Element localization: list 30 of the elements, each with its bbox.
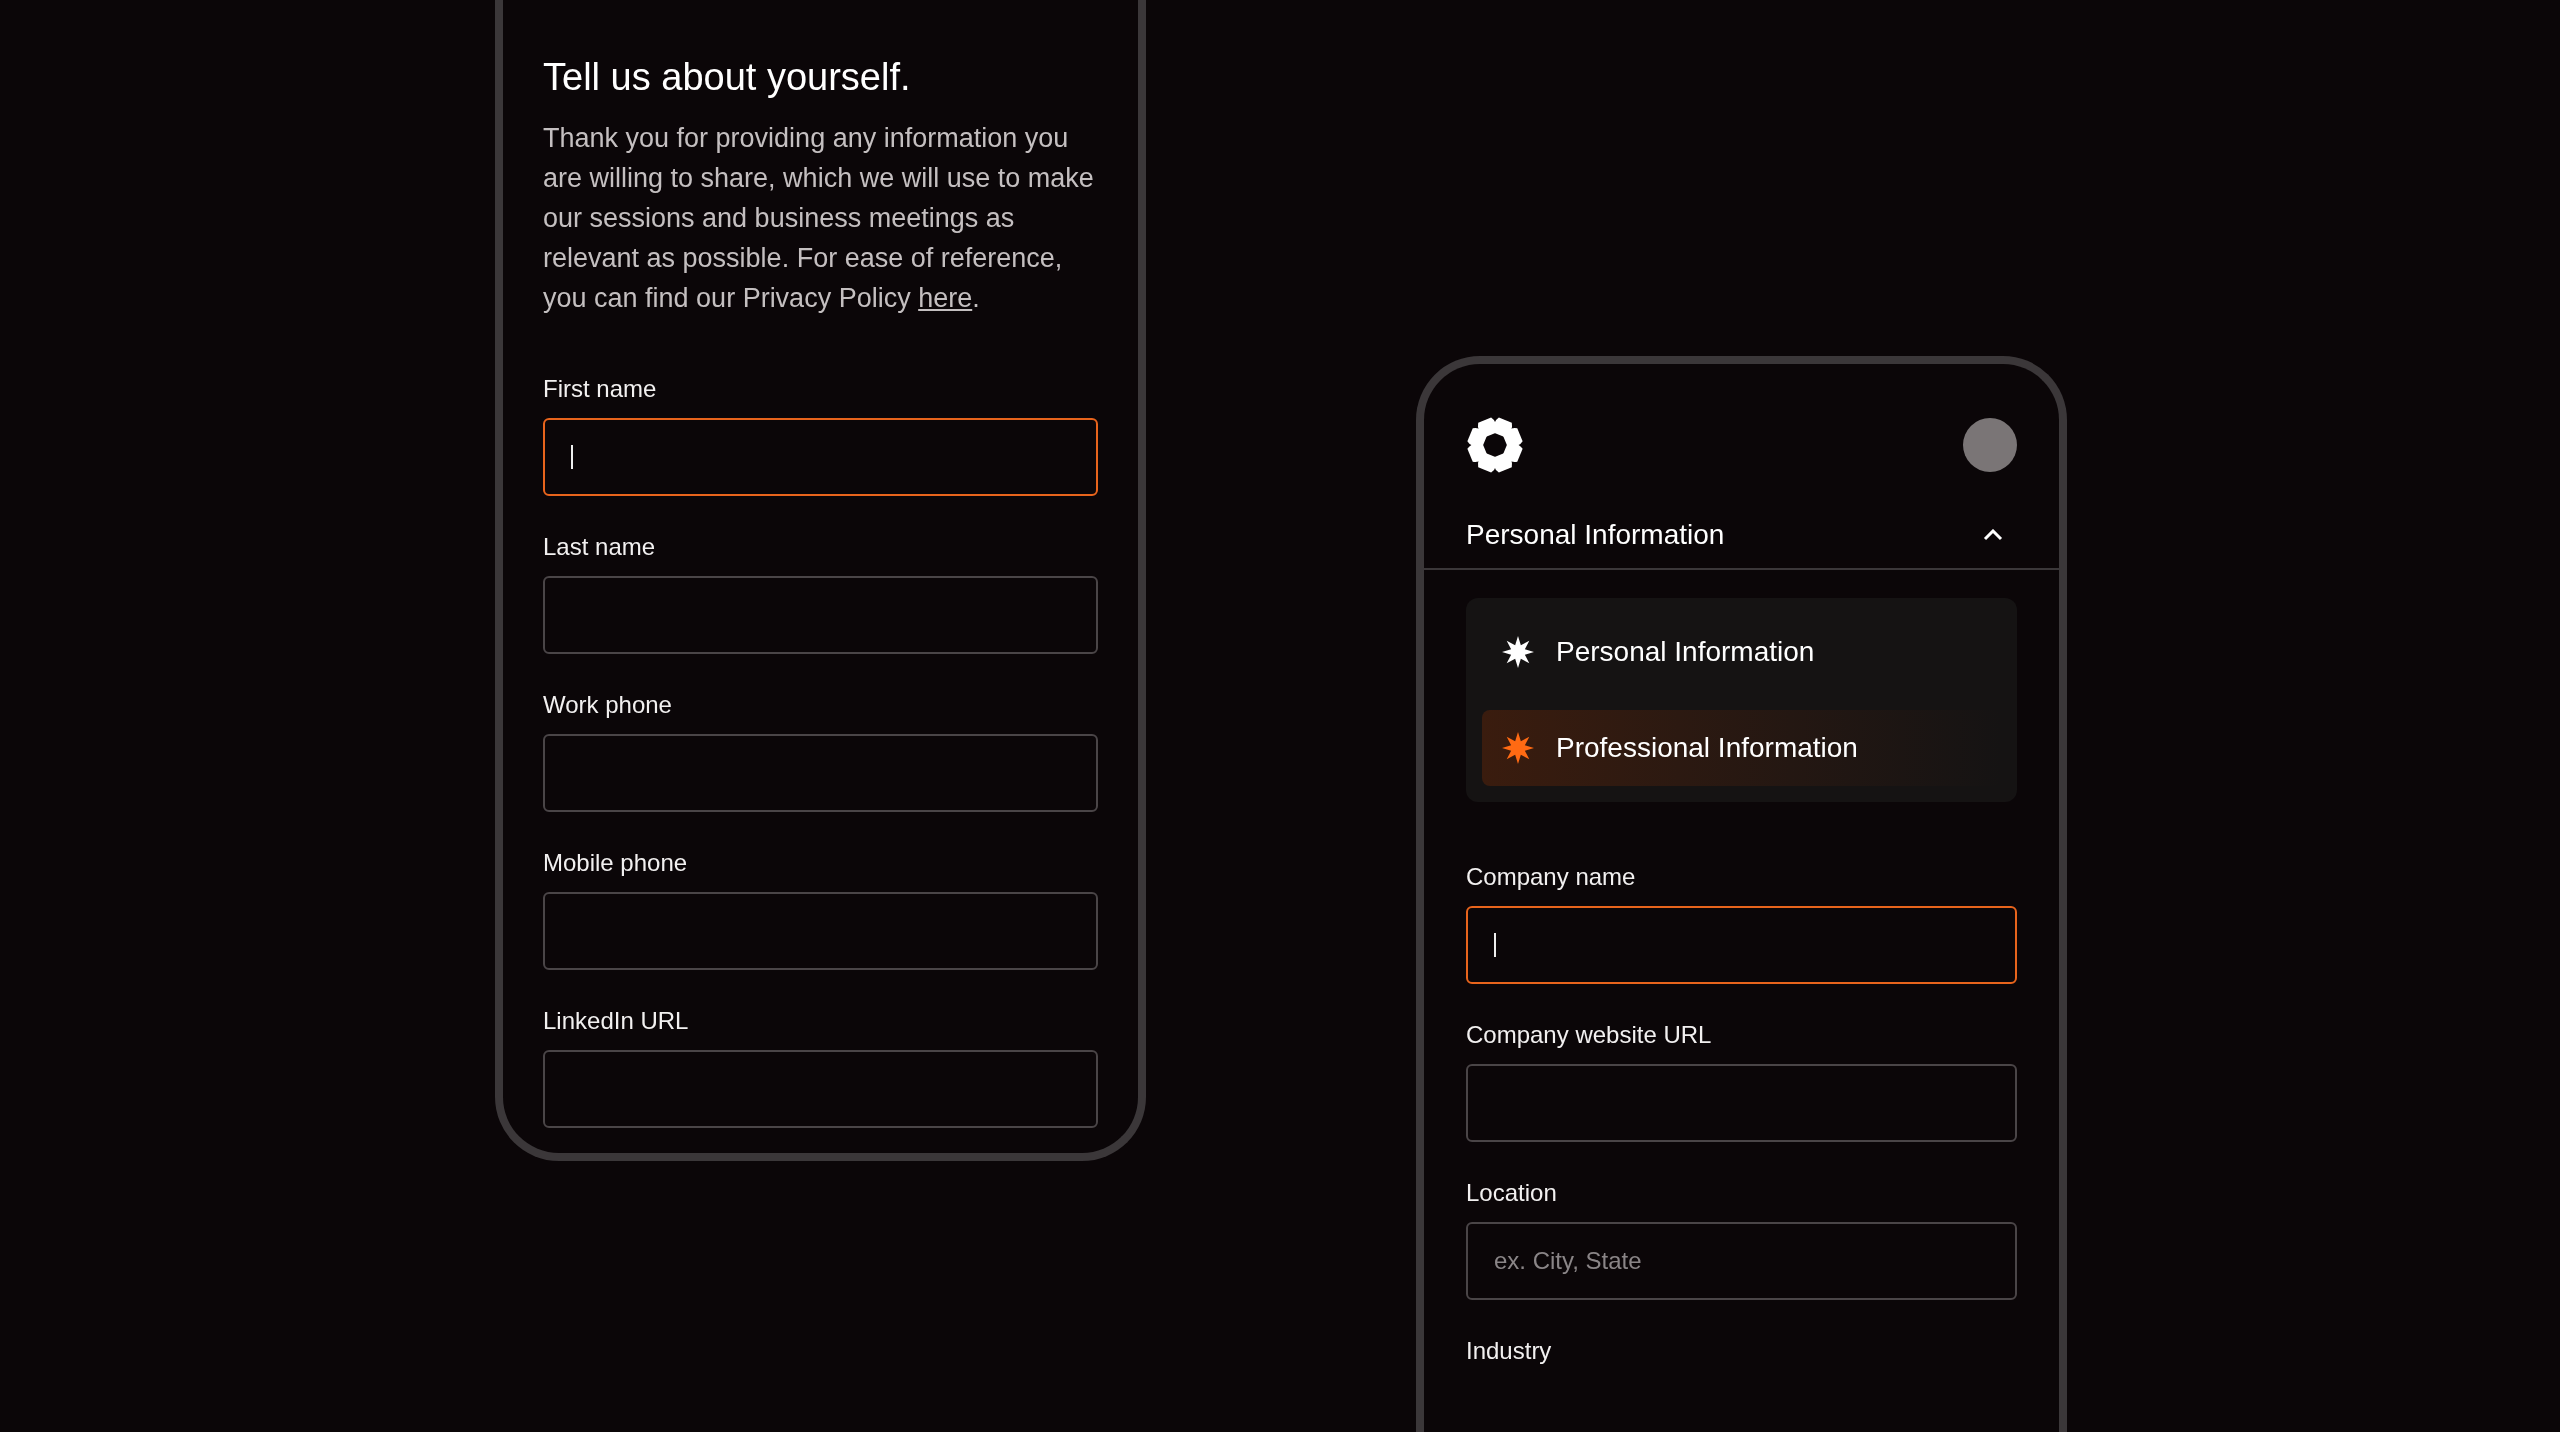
form-heading: Tell us about yourself. xyxy=(543,55,912,100)
field-label: Company name xyxy=(1466,862,1637,892)
text-cursor xyxy=(571,445,573,469)
field-label: LinkedIn URL xyxy=(543,1006,690,1036)
text-field[interactable] xyxy=(543,418,1098,496)
field-label: Mobile phone xyxy=(543,848,689,878)
text-field[interactable] xyxy=(543,1050,1098,1128)
text-cursor xyxy=(1494,933,1496,957)
text-field[interactable] xyxy=(1466,906,2017,984)
section-dropdown-header[interactable]: Personal Information xyxy=(1424,502,2059,570)
field-label: Company website URL xyxy=(1466,1020,1713,1050)
section-menu-item[interactable]: Personal Information xyxy=(1482,614,2001,690)
text-field[interactable] xyxy=(1466,1064,2017,1142)
field-label: Location xyxy=(1466,1178,1558,1208)
flower-logo-icon xyxy=(1466,416,1524,474)
text-field[interactable]: ex. City, State xyxy=(1466,1222,2017,1300)
intro-paragraph: Thank you for providing any information you are willing to share, which we will use to make our sessions and business meetings as relevant as possible. For ease of reference, you can find our Privacy Policy here. xyxy=(543,122,1095,315)
field-label: Work phone xyxy=(543,690,673,720)
text-field[interactable] xyxy=(543,734,1098,812)
text-field[interactable] xyxy=(543,892,1098,970)
field-label: Industry xyxy=(1466,1336,1553,1366)
section-title: Personal Information xyxy=(1466,518,1725,552)
starburst-icon xyxy=(1502,636,1534,668)
field-placeholder: ex. City, State xyxy=(1494,1246,1642,1276)
field-label: Last name xyxy=(543,532,657,562)
avatar[interactable] xyxy=(1963,418,2017,472)
starburst-icon xyxy=(1502,732,1534,764)
text-field[interactable] xyxy=(543,576,1098,654)
field-label: First name xyxy=(543,374,658,404)
privacy-policy-link[interactable]: here xyxy=(918,283,973,313)
